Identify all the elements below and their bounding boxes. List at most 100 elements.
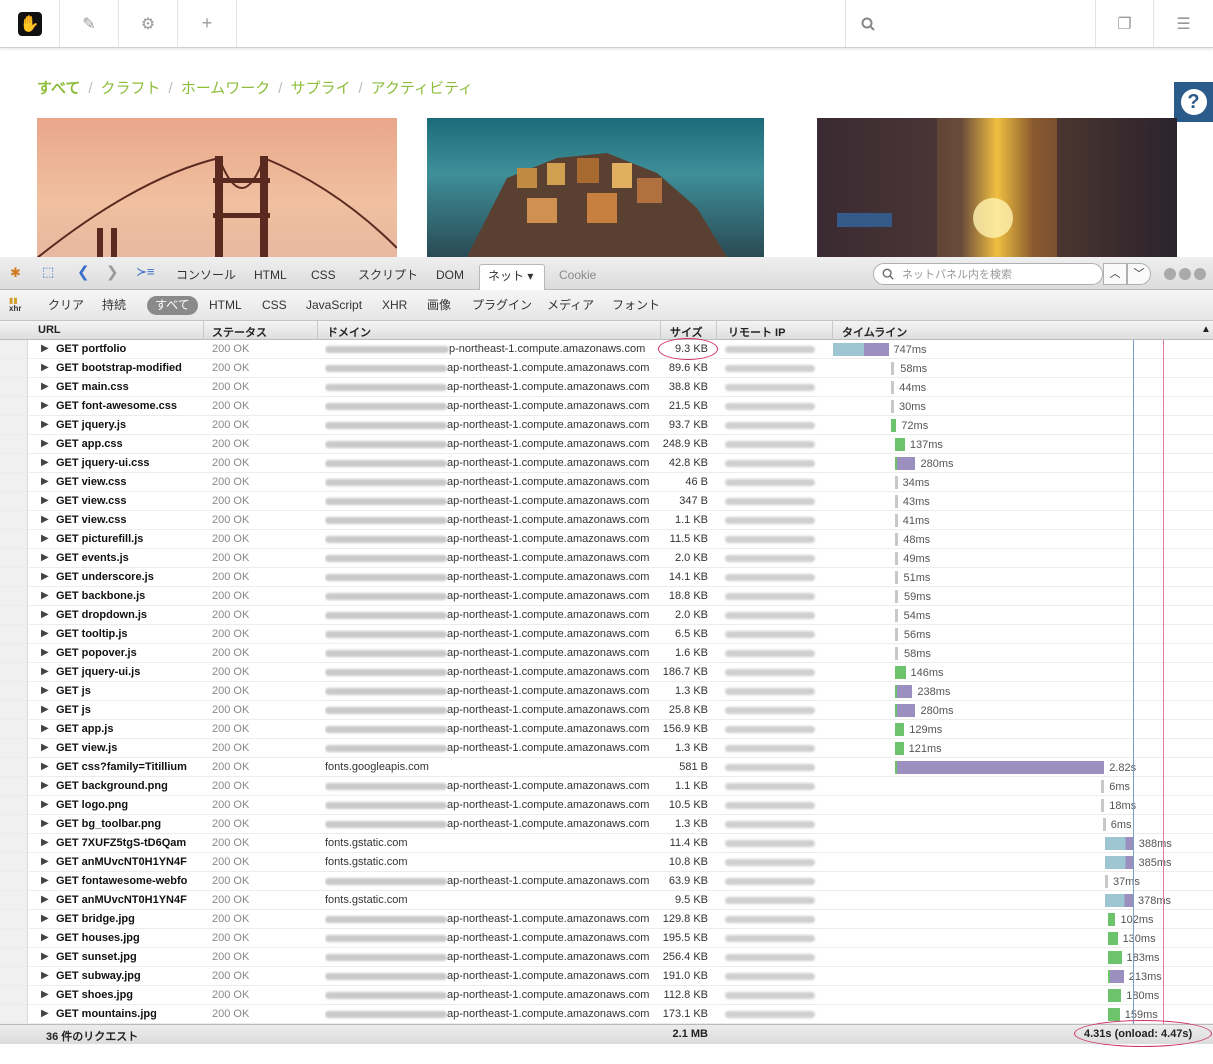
tab-console[interactable]: コンソール (168, 264, 244, 290)
street-photo[interactable] (817, 118, 1177, 257)
table-row[interactable]: ▶ GET picturefill.js 200 OK ap-northeast-1.… (0, 530, 1213, 549)
expand-triangle-icon[interactable]: ▶ (41, 875, 49, 886)
timeline-bar[interactable] (894, 495, 898, 508)
tab-cookie[interactable]: Cookie (551, 264, 604, 290)
timeline-bar[interactable] (894, 685, 913, 698)
tab-html[interactable]: HTML (246, 264, 295, 290)
table-row[interactable]: ▶ GET underscore.js 200 OK ap-northeast-1.c… (0, 568, 1213, 587)
table-row[interactable]: ▶ GET dropdown.js 200 OK ap-northeast-1.com… (0, 606, 1213, 625)
expand-triangle-icon[interactable]: ▶ (41, 951, 49, 962)
table-row[interactable]: ▶ GET anMUvcNT0H1YN4F 200 OK fonts.gstatic.… (0, 891, 1213, 910)
expand-triangle-icon[interactable]: ▶ (41, 552, 49, 563)
filter-javascript[interactable]: JavaScript (298, 296, 370, 315)
expand-triangle-icon[interactable]: ▶ (41, 685, 49, 696)
col-status[interactable]: ステータス (212, 324, 267, 340)
expand-triangle-icon[interactable]: ▶ (41, 970, 49, 981)
expand-triangle-icon[interactable]: ▶ (41, 742, 49, 753)
timeline-bar[interactable] (1104, 837, 1134, 850)
timeline-bar[interactable] (890, 362, 894, 375)
table-row[interactable]: ▶ GET bg_toolbar.png 200 OK ap-northeast-1.… (0, 815, 1213, 834)
expand-triangle-icon[interactable]: ▶ (41, 1008, 49, 1019)
col-remote-ip[interactable]: リモート IP (728, 324, 785, 340)
expand-triangle-icon[interactable]: ▶ (41, 514, 49, 525)
category-all[interactable]: すべて (37, 80, 80, 97)
expand-triangle-icon[interactable]: ▶ (41, 495, 49, 506)
search-button[interactable] (845, 0, 890, 47)
expand-triangle-icon[interactable]: ▶ (41, 666, 49, 677)
expand-triangle-icon[interactable]: ▶ (41, 362, 49, 373)
sliders-button[interactable]: ☰ (1154, 0, 1213, 47)
logo-button[interactable]: ✋ (0, 0, 60, 47)
expand-triangle-icon[interactable]: ▶ (41, 856, 49, 867)
timeline-bar[interactable] (890, 419, 897, 432)
expand-triangle-icon[interactable]: ▶ (41, 704, 49, 715)
table-row[interactable]: ▶ GET popover.js 200 OK ap-northeast-1.comp… (0, 644, 1213, 663)
expand-triangle-icon[interactable]: ▶ (41, 590, 49, 601)
filter-images[interactable]: 画像 (419, 296, 459, 315)
table-row[interactable]: ▶ GET anMUvcNT0H1YN4F 200 OK fonts.gstatic.… (0, 853, 1213, 872)
timeline-bar[interactable] (894, 761, 1105, 774)
tab-net[interactable]: ネット ▾ (479, 264, 545, 290)
clear-button[interactable]: クリア (40, 296, 92, 315)
table-row[interactable]: ▶ GET css?family=Titillium 200 OK fonts.goo… (0, 758, 1213, 777)
timeline-bar[interactable] (1104, 894, 1134, 907)
expand-triangle-icon[interactable]: ▶ (41, 837, 49, 848)
filter-fonts[interactable]: フォント (604, 296, 668, 315)
bridge-photo[interactable] (37, 118, 397, 257)
expand-triangle-icon[interactable]: ▶ (41, 723, 49, 734)
inspect-icon[interactable]: ⬚ (42, 264, 54, 280)
table-row[interactable]: ▶ GET sunset.jpg 200 OK ap-northeast-1.comp… (0, 948, 1213, 967)
timeline-bar[interactable] (894, 609, 898, 622)
expand-triangle-icon[interactable]: ▶ (41, 438, 49, 449)
table-row[interactable]: ▶ GET tooltip.js 200 OK ap-northeast-1.comp… (0, 625, 1213, 644)
search-next-button[interactable]: ﹀ (1127, 263, 1151, 285)
expand-triangle-icon[interactable]: ▶ (41, 932, 49, 943)
table-row[interactable]: ▶ GET portfolio 200 OK p-northeast-1.comput… (0, 340, 1213, 359)
category-supply[interactable]: サプライ (290, 80, 350, 97)
timeline-bar[interactable] (1107, 932, 1118, 945)
timeline-bar[interactable] (1102, 818, 1106, 831)
filter-all[interactable]: すべて (147, 296, 198, 315)
timeline-bar[interactable] (1107, 951, 1122, 964)
detach-icon[interactable] (1179, 268, 1191, 280)
expand-triangle-icon[interactable]: ▶ (41, 571, 49, 582)
timeline-bar[interactable] (890, 381, 894, 394)
timeline-bar[interactable] (894, 723, 905, 736)
table-row[interactable]: ▶ GET app.css 200 OK ap-northeast-1.compute… (0, 435, 1213, 454)
tab-css[interactable]: CSS (303, 264, 344, 290)
table-row[interactable]: ▶ GET main.css 200 OK ap-northeast-1.comput… (0, 378, 1213, 397)
expand-triangle-icon[interactable]: ▶ (41, 381, 49, 392)
houses-photo[interactable] (427, 118, 764, 257)
firebug-bug-icon[interactable]: ✱ (10, 265, 21, 281)
col-domain[interactable]: ドメイン (327, 324, 371, 340)
expand-triangle-icon[interactable]: ▶ (41, 343, 49, 354)
table-row[interactable]: ▶ GET view.css 200 OK ap-northeast-1.comput… (0, 492, 1213, 511)
expand-triangle-icon[interactable]: ▶ (41, 419, 49, 430)
expand-triangle-icon[interactable]: ▶ (41, 780, 49, 791)
table-row[interactable]: ▶ GET js 200 OK ap-northeast-1.compute.amaz… (0, 701, 1213, 720)
expand-triangle-icon[interactable]: ▶ (41, 628, 49, 639)
filter-html[interactable]: HTML (201, 296, 250, 315)
timeline-bar[interactable] (1107, 913, 1116, 926)
timeline-bar[interactable] (833, 343, 889, 356)
close-icon[interactable] (1194, 268, 1206, 280)
expand-triangle-icon[interactable]: ▶ (41, 894, 49, 905)
net-search-input[interactable]: ネットパネル内を検索 (873, 263, 1103, 285)
timeline-bar[interactable] (894, 590, 898, 603)
timeline-bar[interactable] (894, 571, 898, 584)
expand-triangle-icon[interactable]: ▶ (41, 647, 49, 658)
table-row[interactable]: ▶ GET jquery-ui.css 200 OK ap-northeast-1.c… (0, 454, 1213, 473)
category-craft[interactable]: クラフト (101, 80, 161, 97)
table-row[interactable]: ▶ GET bridge.jpg 200 OK ap-northeast-1.comp… (0, 910, 1213, 929)
expand-triangle-icon[interactable]: ▶ (41, 818, 49, 829)
copy-button[interactable]: ❐ (1095, 0, 1154, 47)
table-row[interactable]: ▶ GET houses.jpg 200 OK ap-northeast-1.comp… (0, 929, 1213, 948)
expand-triangle-icon[interactable]: ▶ (41, 476, 49, 487)
timeline-bar[interactable] (1104, 856, 1134, 869)
tab-script[interactable]: スクリプト (350, 264, 426, 290)
add-button[interactable]: + (178, 0, 237, 47)
table-row[interactable]: ▶ GET jquery-ui.js 200 OK ap-northeast-1.co… (0, 663, 1213, 682)
timeline-bar[interactable] (894, 476, 898, 489)
table-row[interactable]: ▶ GET view.js 200 OK ap-northeast-1.compute… (0, 739, 1213, 758)
timeline-bar[interactable] (894, 438, 905, 451)
